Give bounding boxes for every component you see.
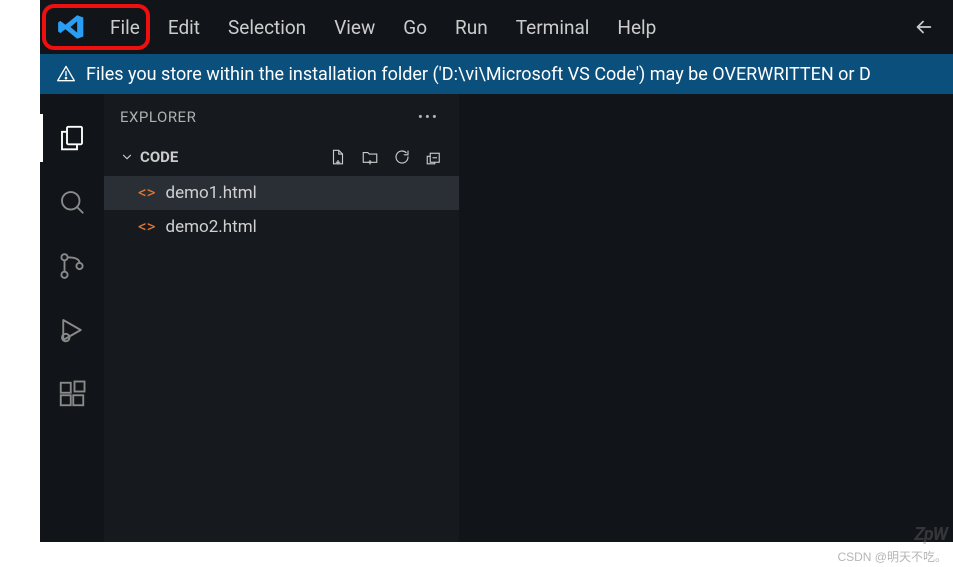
vscode-logo-icon	[48, 4, 94, 50]
collapse-all-icon[interactable]	[425, 148, 443, 166]
menu-file[interactable]: File	[96, 10, 154, 45]
file-item[interactable]: <> demo1.html	[104, 176, 459, 210]
activity-bar	[40, 94, 104, 542]
new-file-icon[interactable]	[329, 148, 347, 166]
warning-icon	[56, 64, 76, 84]
file-name-label: demo1.html	[166, 183, 257, 203]
info-banner-text: Files you store within the installation …	[86, 64, 871, 85]
activity-run-debug[interactable]	[40, 298, 104, 362]
folder-section-header[interactable]: CODE	[104, 140, 459, 174]
sidebar-title: EXPLORER	[120, 108, 196, 126]
menu-terminal[interactable]: Terminal	[502, 10, 604, 45]
info-banner: Files you store within the installation …	[40, 54, 953, 94]
main-area: EXPLORER ••• CODE	[40, 94, 953, 542]
menu-run[interactable]: Run	[441, 10, 502, 45]
file-name-label: demo2.html	[166, 217, 257, 237]
back-arrow-icon[interactable]	[909, 12, 939, 42]
refresh-icon[interactable]	[393, 148, 411, 166]
menu-selection[interactable]: Selection	[214, 10, 320, 45]
activity-extensions[interactable]	[40, 362, 104, 426]
chevron-down-icon	[120, 150, 134, 164]
html-file-icon: <>	[138, 183, 156, 203]
sidebar-header: EXPLORER •••	[104, 94, 459, 140]
new-folder-icon[interactable]	[361, 148, 379, 166]
activity-source-control[interactable]	[40, 234, 104, 298]
folder-section-label: CODE	[140, 148, 178, 166]
menu-help[interactable]: Help	[603, 10, 670, 45]
activity-explorer[interactable]	[40, 106, 104, 170]
file-tree: <> demo1.html <> demo2.html	[104, 174, 459, 244]
html-file-icon: <>	[138, 217, 156, 237]
menu-edit[interactable]: Edit	[154, 10, 214, 45]
file-item[interactable]: <> demo2.html	[104, 210, 459, 244]
sidebar: EXPLORER ••• CODE	[104, 94, 459, 542]
menu-view[interactable]: View	[320, 10, 389, 45]
brand-watermark: ZpW	[914, 524, 947, 545]
editor-area	[459, 94, 953, 542]
activity-search[interactable]	[40, 170, 104, 234]
more-actions-icon[interactable]: •••	[414, 104, 443, 130]
menubar: File Edit Selection View Go Run Terminal…	[40, 0, 953, 54]
watermark-text: CSDN @明天不吃。	[837, 548, 947, 565]
menu-go[interactable]: Go	[389, 10, 441, 45]
app-frame: File Edit Selection View Go Run Terminal…	[40, 0, 953, 542]
